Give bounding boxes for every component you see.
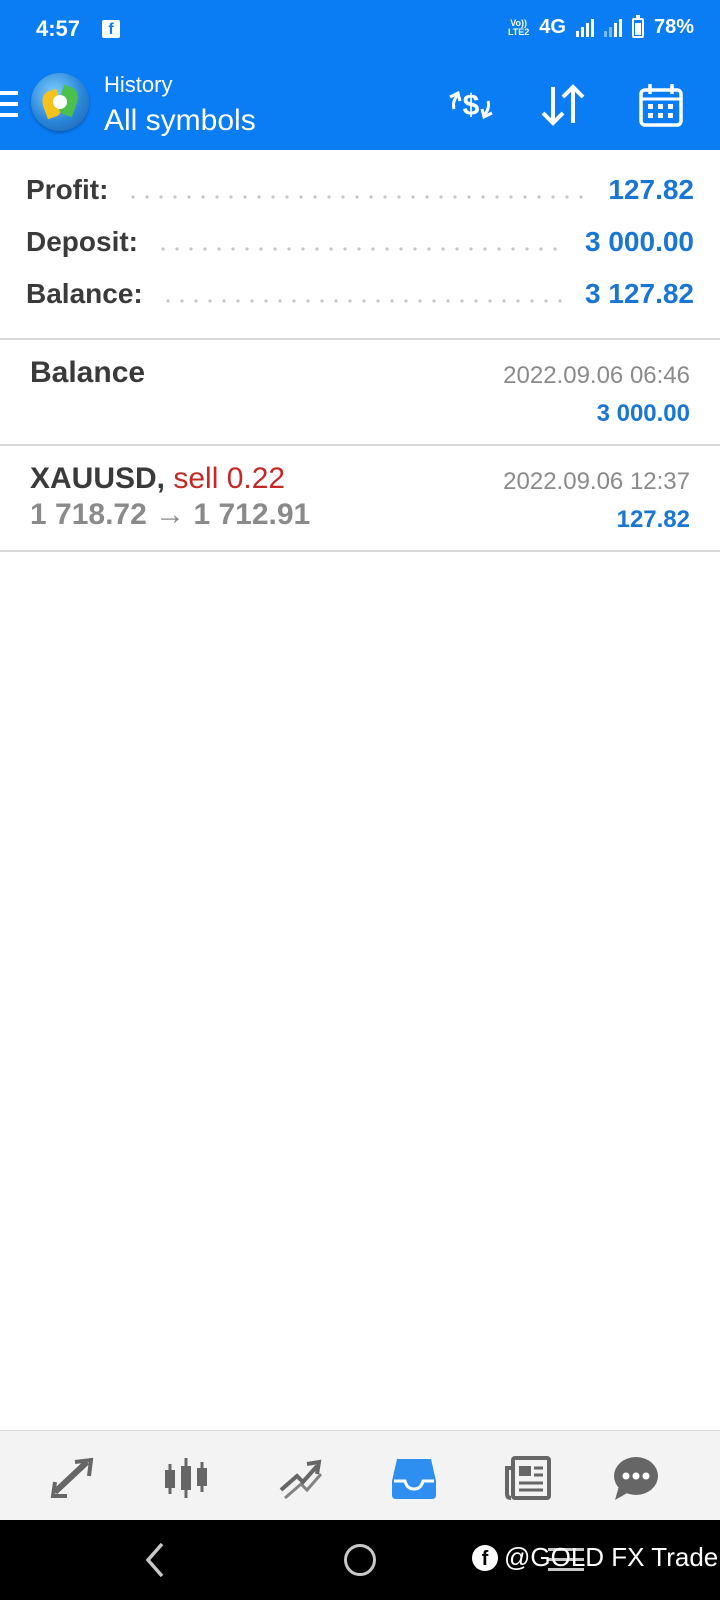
watermark: f @GOLD FX Trade — [472, 1542, 718, 1573]
sort-icon[interactable] — [536, 78, 590, 132]
battery-percent: 78% — [653, 16, 694, 38]
deal-amount: 127.82 — [616, 506, 690, 533]
deal-action: sell 0.22 — [173, 462, 286, 495]
leader-dots — [156, 247, 567, 251]
deposit-value: 3 000.00 — [585, 226, 694, 257]
deal-row-balance[interactable]: Balance 2022.09.06 06:46 3 000.00 — [0, 340, 720, 446]
history-summary: Profit: 127.82 Deposit: 3 000.00 Balance… — [0, 150, 720, 340]
menu-icon[interactable] — [0, 91, 18, 117]
quotes-icon[interactable] — [42, 1451, 102, 1505]
profit-value: 127.82 — [608, 174, 694, 205]
profit-label: Profit: — [26, 174, 109, 205]
deposit-row: Deposit: 3 000.00 — [26, 222, 694, 262]
balance-value: 3 127.82 — [585, 278, 694, 309]
status-time: 4:57 — [36, 16, 81, 41]
balance-row: Balance: 3 127.82 — [26, 274, 694, 314]
deal-symbol: XAUUSD, — [30, 462, 166, 495]
deposit-label: Deposit: — [26, 226, 138, 257]
deal-date: 2022.09.06 12:37 — [503, 468, 690, 495]
deal-date: 2022.09.06 06:46 — [503, 362, 690, 389]
facebook-icon: f — [472, 1544, 498, 1571]
bottom-navigation — [0, 1430, 720, 1520]
leader-dots — [126, 195, 591, 199]
facebook-notification-icon: f — [102, 20, 120, 38]
system-navigation-bar: f @GOLD FX Trade — [0, 1520, 720, 1600]
history-icon[interactable] — [384, 1451, 444, 1505]
deal-row-xauusd[interactable]: XAUUSD, sell 0.22 1 718.72 → 1 712.91 20… — [0, 446, 720, 552]
signal-icon — [575, 18, 594, 37]
deal-amount: 3 000.00 — [596, 400, 690, 427]
app-bar: History All symbols $ — [0, 60, 720, 150]
status-bar: 4:57 f Vo)) LTE2 4G 78% — [0, 0, 720, 60]
chart-icon[interactable] — [156, 1451, 216, 1505]
back-icon[interactable] — [142, 1540, 166, 1585]
currency-exchange-icon[interactable]: $ — [444, 78, 498, 132]
network-type: 4G — [539, 16, 566, 38]
volte-bottom-label: LTE2 — [507, 26, 530, 37]
chat-icon[interactable] — [606, 1451, 666, 1505]
deal-title: Balance — [30, 356, 146, 389]
news-icon[interactable] — [498, 1451, 558, 1505]
svg-text:$: $ — [463, 89, 480, 122]
balance-label: Balance: — [26, 278, 143, 309]
trade-icon[interactable] — [270, 1451, 330, 1505]
home-icon[interactable] — [344, 1544, 376, 1576]
signal-icon-sim2 — [603, 18, 622, 37]
deal-prices: 1 718.72 → 1 712.91 — [30, 498, 311, 531]
profit-row: Profit: 127.82 — [26, 170, 694, 210]
symbol-filter[interactable]: All symbols — [104, 104, 256, 138]
calendar-icon[interactable] — [634, 78, 688, 132]
status-indicators: Vo)) LTE2 4G 78% — [507, 14, 694, 39]
battery-icon — [631, 14, 644, 38]
watermark-text: @GOLD FX Trade — [504, 1542, 719, 1572]
app-subtitle: History — [104, 72, 173, 97]
leader-dots — [160, 299, 567, 303]
volte-icon: Vo)) LTE2 — [507, 18, 530, 37]
metatrader-logo[interactable] — [31, 73, 89, 131]
deal-title: XAUUSD, sell 0.22 — [30, 462, 285, 496]
